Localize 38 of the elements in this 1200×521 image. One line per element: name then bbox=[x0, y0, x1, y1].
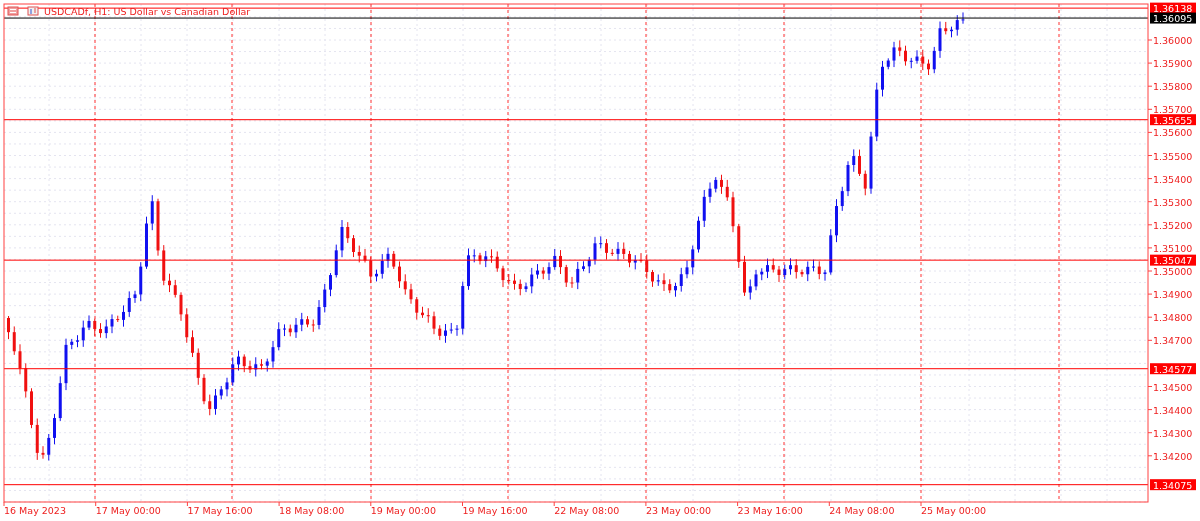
price-axis-label: 1.35800 bbox=[1153, 81, 1193, 93]
price-axis-label: 1.34800 bbox=[1153, 312, 1193, 324]
time-axis-label: 25 May 00:00 bbox=[921, 505, 987, 516]
price-axis-label: 1.35300 bbox=[1153, 196, 1193, 208]
chart-title: USDCADf, H1: US Dollar vs Canadian Dollar bbox=[44, 5, 251, 17]
price-axis-label: 1.34400 bbox=[1153, 404, 1193, 416]
time-axis-label: 16 May 2023 bbox=[4, 505, 66, 516]
price-axis-label: 1.35700 bbox=[1153, 104, 1193, 116]
price-tag: 1.36095 bbox=[1150, 12, 1196, 25]
time-axis-label: 17 May 00:00 bbox=[95, 505, 161, 516]
price-axis-label: 1.35200 bbox=[1153, 219, 1193, 231]
price-tag: 1.35047 bbox=[1150, 254, 1196, 267]
time-axis-label: 24 May 08:00 bbox=[829, 505, 895, 516]
chart-icon[interactable] bbox=[27, 6, 39, 16]
time-axis-label: 17 May 16:00 bbox=[187, 505, 253, 516]
price-axis-label: 1.34500 bbox=[1153, 381, 1193, 393]
time-axis-label: 22 May 08:00 bbox=[554, 505, 620, 516]
list-icon[interactable] bbox=[7, 6, 19, 16]
price-axis-label: 1.35500 bbox=[1153, 150, 1193, 162]
price-tag: 1.34577 bbox=[1150, 363, 1196, 375]
price-axis-label: 1.34200 bbox=[1153, 450, 1193, 462]
price-tag: 1.34075 bbox=[1150, 479, 1196, 491]
time-axis-label: 23 May 16:00 bbox=[737, 505, 803, 516]
price-axis-label: 1.35600 bbox=[1153, 127, 1193, 139]
time-axis-label: 19 May 16:00 bbox=[462, 505, 528, 516]
price-axis-label: 1.35000 bbox=[1153, 266, 1193, 277]
time-axis-label: 19 May 00:00 bbox=[370, 505, 436, 516]
price-axis-label: 1.34900 bbox=[1153, 289, 1193, 301]
price-axis-label: 1.34700 bbox=[1153, 335, 1193, 347]
price-axis-label: 1.34300 bbox=[1153, 427, 1193, 439]
time-axis-label: 18 May 08:00 bbox=[279, 505, 345, 516]
time-axis-label: 23 May 00:00 bbox=[645, 505, 712, 516]
price-axis-label: 1.36000 bbox=[1153, 35, 1193, 46]
price-tag: 1.36138 bbox=[1150, 2, 1196, 15]
price-axis-label: 1.35900 bbox=[1153, 58, 1193, 70]
price-tag: 1.35655 bbox=[1150, 114, 1196, 126]
price-axis-label: 1.35100 bbox=[1153, 242, 1193, 254]
price-axis-label: 1.35400 bbox=[1153, 173, 1193, 185]
